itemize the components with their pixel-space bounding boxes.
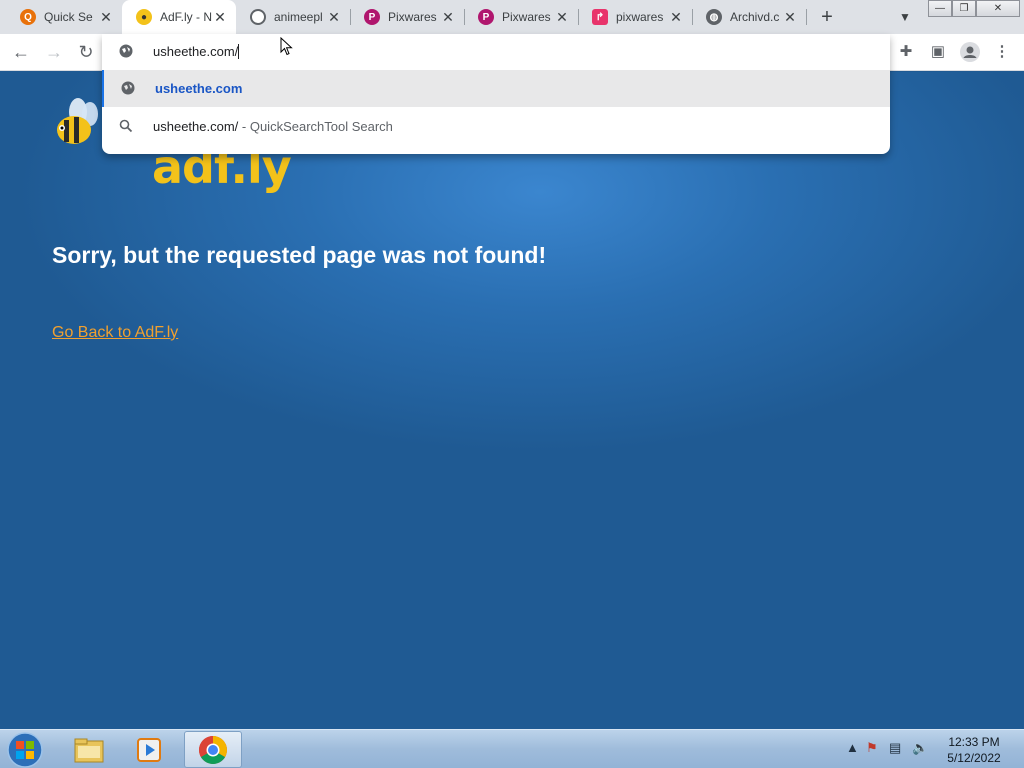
close-icon[interactable]: ✕ (554, 9, 570, 25)
address-input-text[interactable]: usheethe.com/ (153, 44, 240, 59)
pixwares-icon: P (478, 9, 494, 25)
text-caret (238, 44, 240, 59)
tab-pixwares-1[interactable]: P Pixwares ✕ (350, 0, 464, 34)
suggestion-search[interactable]: usheethe.com/ - QuickSearchTool Search (102, 108, 890, 145)
tab-title: AdF.ly - N (160, 10, 212, 24)
tab-quick-search[interactable]: Q Quick Se ✕ (6, 0, 122, 34)
tab-title: pixwares (616, 10, 664, 24)
network-icon[interactable]: ▤ (889, 740, 901, 756)
close-icon[interactable]: ✕ (440, 9, 456, 25)
globe-icon (250, 9, 266, 25)
restore-button[interactable]: ❐ (952, 0, 976, 17)
taskbar-explorer[interactable] (60, 731, 118, 768)
forward-button[interactable]: → (42, 40, 66, 64)
profile-avatar-icon[interactable] (958, 40, 982, 64)
back-button[interactable]: ← (9, 40, 33, 64)
suggestion-url-text: usheethe.com (155, 81, 243, 96)
tab-animeepl[interactable]: animeepl ✕ (236, 0, 350, 34)
close-icon[interactable]: ✕ (782, 9, 798, 25)
globe-icon: ◍ (706, 9, 722, 25)
taskbar-chrome[interactable] (184, 731, 242, 768)
mouse-cursor-icon (280, 37, 293, 56)
tab-title: Pixwares (502, 10, 551, 24)
clock-time: 12:33 PM (948, 735, 1000, 749)
suggestion-url[interactable]: usheethe.com (102, 70, 890, 107)
chevron-down-icon[interactable]: ▼ (893, 5, 917, 29)
page-content: adf.ly Sorry, but the requested page was… (0, 72, 1024, 729)
tab-title: Archivd.c (730, 10, 780, 24)
side-panel-icon[interactable]: ▣ (926, 40, 950, 64)
volume-icon[interactable]: 🔈 (912, 740, 928, 756)
chrome-icon (199, 735, 227, 764)
tab-pixwares-2[interactable]: P Pixwares ✕ (464, 0, 578, 34)
tab-adfly[interactable]: ● AdF.ly - N ✕ (122, 0, 236, 34)
reload-button[interactable]: ↻ (74, 40, 98, 64)
close-icon[interactable]: ✕ (326, 9, 342, 25)
show-hidden-icons-button[interactable]: ▲ (846, 740, 859, 755)
redirect-icon: ↱ (592, 9, 608, 25)
tab-archivd[interactable]: ◍ Archivd.c ✕ (692, 0, 806, 34)
tab-strip: Q Quick Se ✕ ● AdF.ly - N ✕ animeepl ✕ P… (0, 0, 1024, 34)
globe-icon (119, 44, 133, 63)
error-heading: Sorry, but the requested page was not fo… (52, 242, 547, 268)
globe-icon (121, 81, 135, 98)
search-icon (119, 119, 133, 136)
close-icon[interactable]: ✕ (212, 9, 228, 25)
tab-pixwares-3[interactable]: ↱ pixwares ✕ (578, 0, 692, 34)
adfly-bee-icon: ● (136, 9, 152, 25)
suggestion-search-text: usheethe.com/ - QuickSearchTool Search (153, 119, 393, 134)
menu-kebab-icon[interactable]: ⋮ (990, 40, 1014, 64)
folder-icon (74, 738, 104, 762)
pixwares-icon: P (364, 9, 380, 25)
tab-separator (806, 9, 807, 25)
quick-search-icon: Q (20, 9, 36, 25)
windows-logo-icon (7, 732, 43, 768)
clock-date: 5/12/2022 (947, 751, 1001, 765)
close-icon[interactable]: ✕ (668, 9, 684, 25)
windows-taskbar: ▲ ⚑ ▤ 🔈 12:33 PM 5/12/2022 (0, 729, 1024, 768)
close-icon[interactable]: ✕ (98, 9, 114, 25)
tab-title: animeepl (274, 10, 323, 24)
tab-title: Quick Se (44, 10, 93, 24)
minimize-button[interactable]: — (928, 0, 952, 17)
system-clock[interactable]: 12:33 PM 5/12/2022 (936, 734, 1012, 766)
start-button[interactable] (6, 731, 46, 768)
extensions-puzzle-icon[interactable]: ✚ (894, 40, 918, 64)
omnibox-dropdown: usheethe.com/ usheethe.com usheethe.com/… (102, 34, 890, 154)
tab-title: Pixwares (388, 10, 437, 24)
media-player-icon (137, 737, 161, 762)
go-back-link[interactable]: Go Back to AdF.ly (52, 324, 178, 342)
taskbar-media-player[interactable] (120, 731, 178, 768)
new-tab-button[interactable]: + (815, 5, 839, 29)
address-bar[interactable]: usheethe.com/ (102, 34, 890, 70)
action-center-flag-icon[interactable]: ⚑ (866, 740, 878, 756)
close-window-button[interactable]: ✕ (976, 0, 1020, 17)
